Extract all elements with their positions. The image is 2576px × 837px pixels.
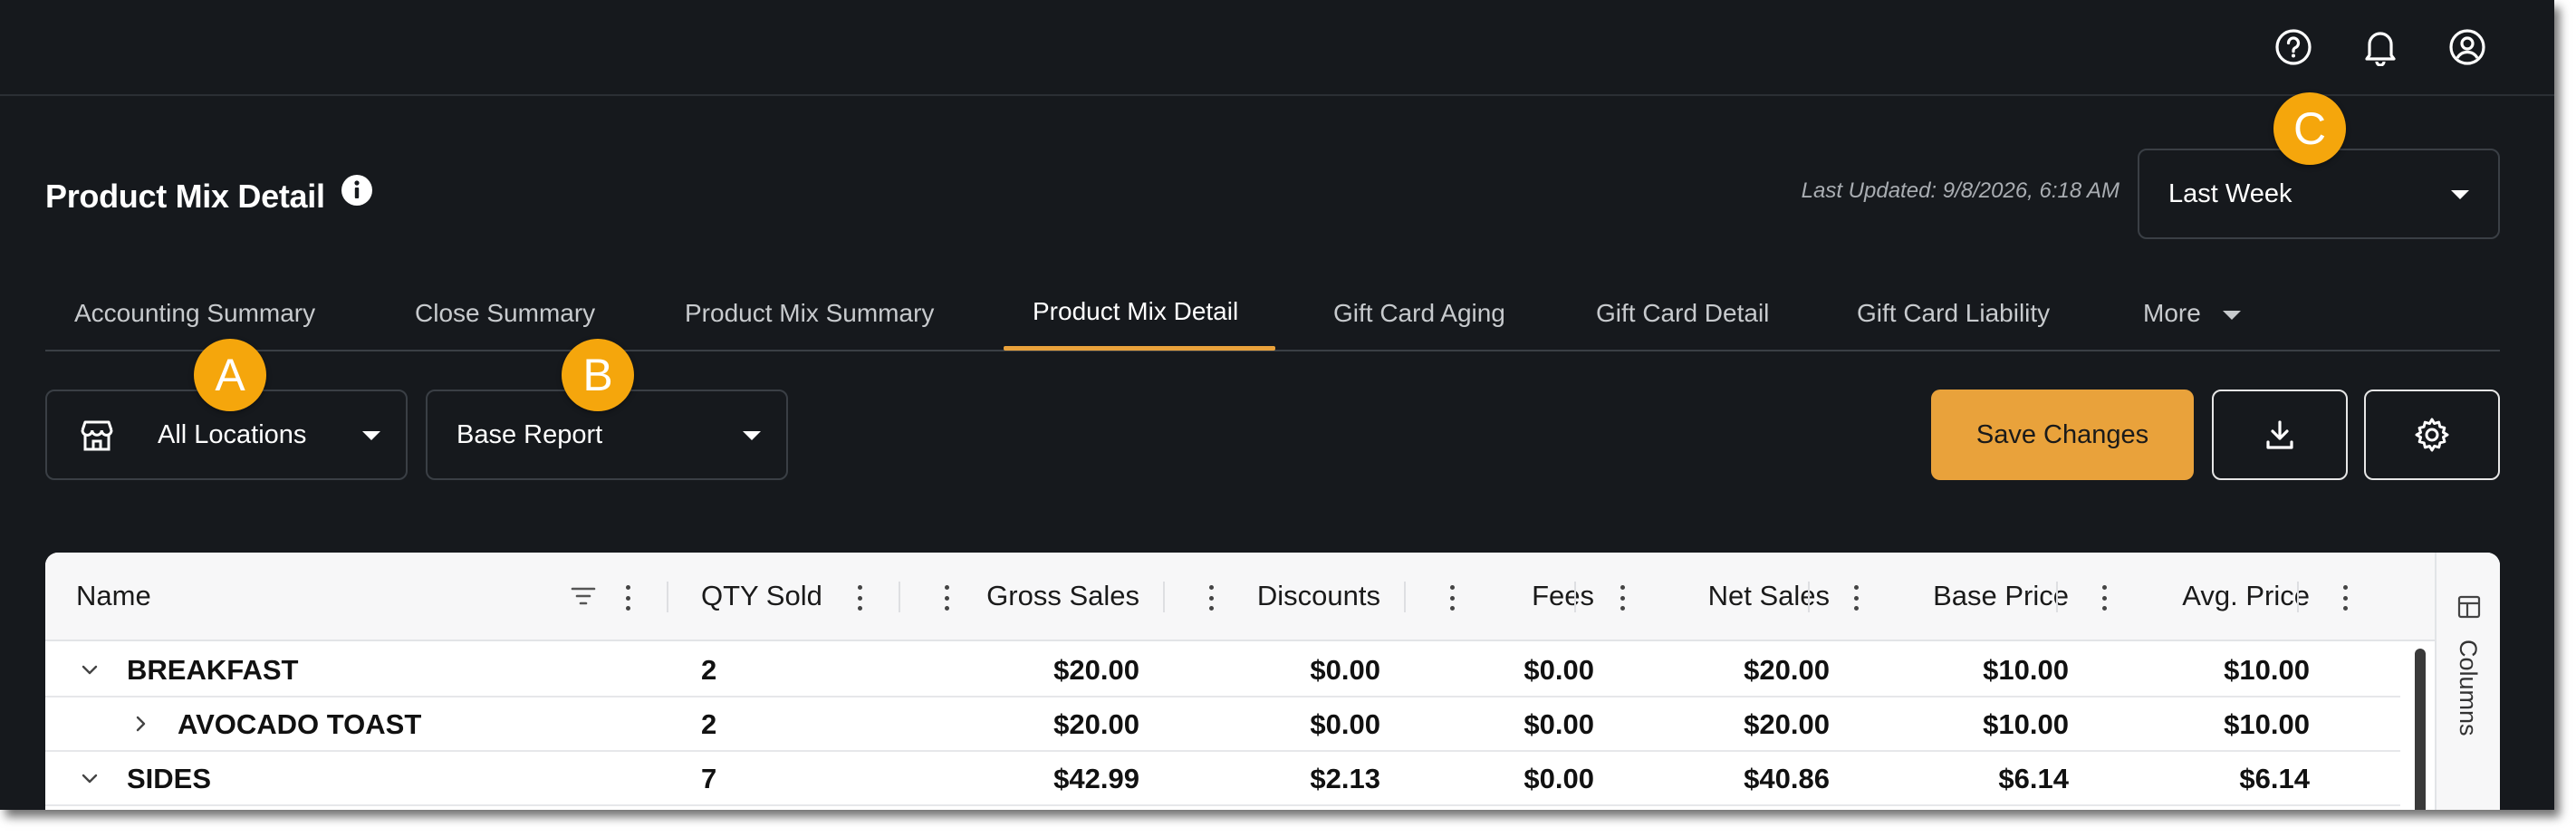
column-header-gross-sales[interactable]: Gross Sales — [951, 580, 1139, 612]
column-divider — [1574, 582, 1576, 612]
report-type-value: Base Report — [457, 419, 603, 449]
column-header-fees[interactable]: Fees — [1476, 580, 1594, 612]
table-row[interactable]: SIDES 7 $42.99 $2.13 $0.00 $40.86 $6.14 … — [45, 752, 2400, 806]
column-menu-icon[interactable] — [1449, 585, 1455, 611]
row-fees: $0.00 — [1523, 654, 1594, 686]
column-header-base-price[interactable]: Base Price — [1893, 580, 2069, 612]
page-title: Product Mix Detail — [45, 178, 325, 215]
active-tab-indicator — [1004, 346, 1275, 351]
info-icon[interactable] — [341, 174, 373, 207]
column-menu-icon[interactable] — [1208, 585, 1214, 611]
row-qty-sold: 2 — [701, 654, 717, 686]
tab-product-mix-detail[interactable]: Product Mix Detail — [1033, 297, 1238, 326]
app-window: Product Mix Detail Last Updated: 9/8/202… — [0, 0, 2554, 810]
row-net-sales: $20.00 — [1744, 708, 1830, 740]
column-divider — [2056, 582, 2058, 612]
row-fees: $0.00 — [1523, 763, 1594, 794]
download-button[interactable] — [2212, 390, 2348, 480]
row-base-price: $10.00 — [1983, 708, 2069, 740]
row-discounts: $0.00 — [1310, 708, 1380, 740]
tab-gift-card-aging[interactable]: Gift Card Aging — [1333, 299, 1505, 328]
column-header-name[interactable]: Name — [76, 580, 151, 612]
column-header-qty-sold[interactable]: QTY Sold — [701, 580, 822, 612]
row-fees: $0.00 — [1523, 708, 1594, 740]
column-menu-icon[interactable] — [944, 585, 949, 611]
callout-c: C — [2273, 92, 2346, 165]
table-row[interactable]: BREAKFAST 2 $20.00 $0.00 $0.00 $20.00 $1… — [45, 643, 2400, 698]
chevron-down-icon[interactable] — [80, 768, 100, 788]
chevron-down-icon[interactable] — [80, 659, 100, 679]
tab-close-summary[interactable]: Close Summary — [415, 299, 595, 328]
row-avg-price: $6.14 — [2239, 763, 2310, 794]
columns-side-panel-toggle[interactable]: Columns — [2435, 553, 2500, 810]
table-row[interactable]: AVOCADO TOAST 2 $20.00 $0.00 $0.00 $20.0… — [45, 698, 2400, 752]
top-bar — [0, 0, 2554, 96]
row-base-price: $6.14 — [1998, 763, 2069, 794]
column-divider — [1808, 582, 1810, 612]
column-menu-icon[interactable] — [2342, 585, 2348, 611]
account-icon[interactable] — [2438, 18, 2496, 76]
column-divider — [899, 582, 900, 612]
gear-icon — [2415, 418, 2449, 452]
filter-icon[interactable] — [569, 582, 598, 611]
tab-more-label: More — [2143, 299, 2201, 327]
row-qty-sold: 2 — [701, 708, 717, 740]
tab-accounting-summary[interactable]: Accounting Summary — [74, 299, 315, 328]
column-menu-icon[interactable] — [625, 585, 630, 611]
product-mix-table: Name QTY Sold Gross Sales Discounts Fees — [45, 553, 2500, 810]
vertical-scrollbar[interactable] — [2415, 649, 2426, 810]
row-net-sales: $40.86 — [1744, 763, 1830, 794]
chevron-right-icon[interactable] — [130, 714, 150, 734]
help-icon[interactable] — [2264, 18, 2322, 76]
column-divider — [1163, 582, 1165, 612]
settings-button[interactable] — [2364, 390, 2500, 480]
columns-icon — [2456, 594, 2482, 620]
row-avg-price: $10.00 — [2224, 654, 2310, 686]
tab-product-mix-summary[interactable]: Product Mix Summary — [685, 299, 934, 328]
column-header-discounts[interactable]: Discounts — [1223, 580, 1380, 612]
row-gross-sales: $20.00 — [1053, 708, 1139, 740]
locations-value: All Locations — [158, 419, 307, 449]
download-icon — [2266, 420, 2293, 449]
chevron-down-icon — [362, 431, 380, 440]
row-qty-sold: 7 — [701, 763, 717, 794]
tab-gift-card-liability[interactable]: Gift Card Liability — [1857, 299, 2050, 328]
notifications-bell-icon[interactable] — [2351, 18, 2409, 76]
save-changes-button[interactable]: Save Changes — [1931, 390, 2194, 480]
column-divider — [667, 582, 668, 612]
row-name: SIDES — [127, 763, 212, 794]
tab-gift-card-detail[interactable]: Gift Card Detail — [1596, 299, 1769, 328]
row-base-price: $10.00 — [1983, 654, 2069, 686]
column-menu-icon[interactable] — [1620, 585, 1625, 611]
row-discounts: $2.13 — [1310, 763, 1380, 794]
report-tabs: Accounting Summary Close Summary Product… — [45, 286, 2500, 351]
row-name: BREAKFAST — [127, 654, 299, 686]
column-menu-icon[interactable] — [1853, 585, 1859, 611]
row-gross-sales: $20.00 — [1053, 654, 1139, 686]
last-updated-text: Last Updated: 9/8/2026, 6:18 AM — [1801, 178, 2119, 203]
chevron-down-icon — [743, 431, 761, 440]
callout-a: A — [194, 339, 266, 411]
column-menu-icon[interactable] — [857, 585, 862, 611]
column-divider — [1404, 582, 1406, 612]
store-icon — [78, 417, 116, 455]
column-header-net-sales[interactable]: Net Sales — [1658, 580, 1830, 612]
row-name: AVOCADO TOAST — [178, 708, 422, 740]
chevron-down-icon — [2222, 310, 2241, 320]
row-net-sales: $20.00 — [1744, 654, 1830, 686]
table-header-row: Name QTY Sold Gross Sales Discounts Fees — [45, 553, 2435, 641]
callout-b: B — [562, 339, 634, 411]
row-gross-sales: $42.99 — [1053, 763, 1139, 794]
tab-more[interactable]: More — [2143, 299, 2241, 328]
data-grid: Name QTY Sold Gross Sales Discounts Fees — [45, 553, 2435, 810]
columns-label: Columns — [2455, 640, 2482, 736]
column-header-avg-price[interactable]: Avg. Price — [2129, 580, 2310, 612]
row-discounts: $0.00 — [1310, 654, 1380, 686]
chevron-down-icon — [2451, 190, 2469, 199]
date-range-value: Last Week — [2168, 178, 2292, 208]
column-divider — [2297, 582, 2299, 612]
row-avg-price: $10.00 — [2224, 708, 2310, 740]
column-menu-icon[interactable] — [2101, 585, 2107, 611]
